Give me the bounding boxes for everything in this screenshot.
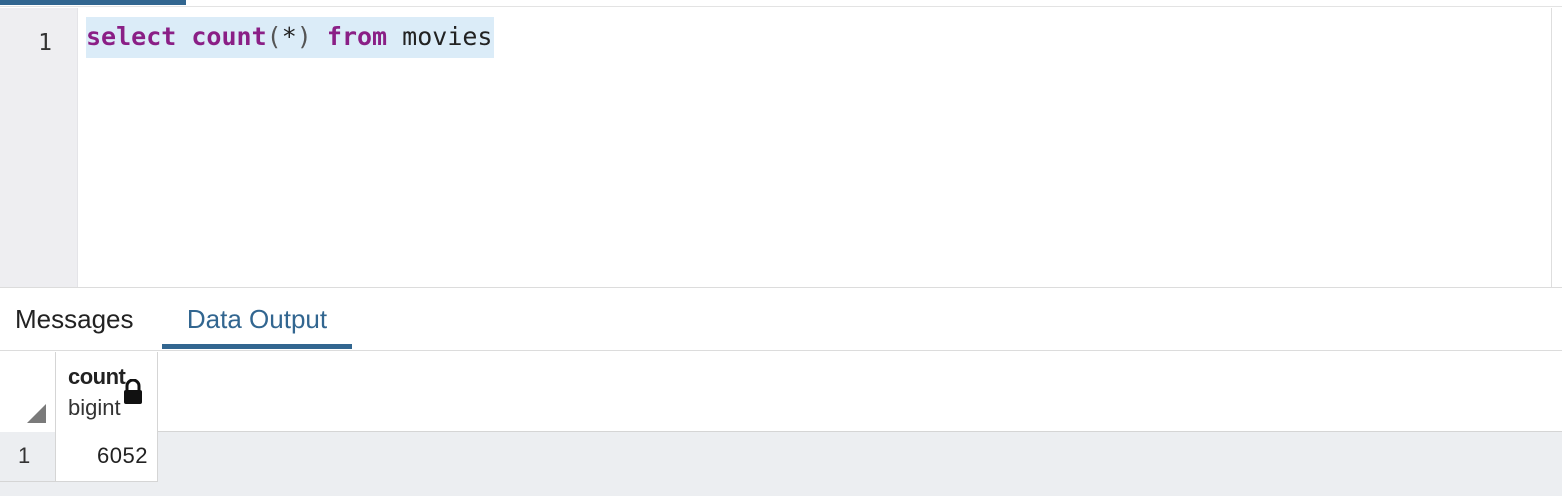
- results-tab-bar: Messages Data Output: [0, 288, 1562, 351]
- line-number: 1: [38, 30, 52, 56]
- keyword-from: from: [326, 22, 388, 51]
- data-output-grid: count bigint 1 6052: [0, 352, 1562, 496]
- select-all-triangle-icon: [27, 404, 46, 423]
- tab-data-output[interactable]: Data Output: [162, 288, 352, 350]
- keyword-count: count: [191, 22, 267, 51]
- grid-header-row: count bigint: [0, 352, 1562, 432]
- row-number[interactable]: 1: [0, 432, 56, 482]
- keyword-select: select: [86, 22, 177, 51]
- active-tab-indicator: [0, 0, 186, 5]
- cell-count-value[interactable]: 6052: [56, 432, 158, 482]
- lock-icon: [124, 379, 142, 404]
- editor-scrollbar[interactable]: [1551, 8, 1552, 288]
- column-name: count: [68, 364, 126, 389]
- paren-close: ): [296, 22, 312, 51]
- star-operator: *: [281, 22, 297, 51]
- active-tab-underline: [162, 344, 352, 349]
- query-editor[interactable]: 1 select count(*) from movies: [0, 0, 1562, 288]
- column-type: bigint: [68, 395, 121, 420]
- paren-open: (: [266, 22, 282, 51]
- column-header-count[interactable]: count bigint: [56, 352, 158, 432]
- code-line-selected[interactable]: select count(*) from movies: [86, 17, 495, 58]
- editor-top-strip: [0, 0, 1562, 7]
- table-name: movies: [402, 22, 493, 51]
- line-number-gutter: 1: [0, 8, 78, 288]
- select-all-corner[interactable]: [0, 352, 56, 432]
- table-row[interactable]: 1 6052: [0, 432, 158, 482]
- code-area[interactable]: select count(*) from movies: [78, 8, 1550, 288]
- tab-messages[interactable]: Messages: [15, 288, 134, 350]
